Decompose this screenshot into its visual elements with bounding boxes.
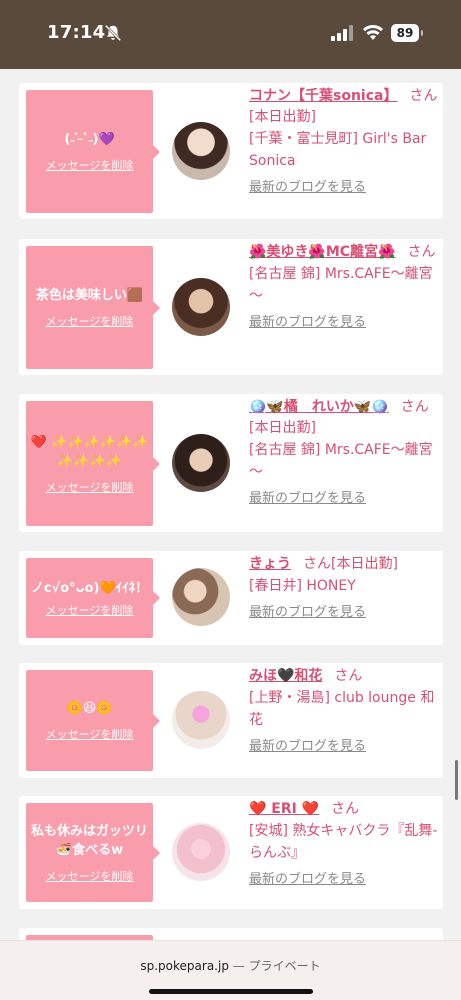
avatar[interactable]: [172, 568, 230, 626]
blog-link[interactable]: 最新のブログを見る: [249, 870, 439, 890]
message-card: ノc√o°ᴗo)🧡ｲｲﾈ！ メッセージを削除 きょう さん[本日出勤] [春日井]…: [19, 551, 443, 645]
blog-link[interactable]: 最新のブログを見る: [249, 178, 439, 198]
avatar[interactable]: [172, 691, 230, 749]
blog-link[interactable]: 最新のブログを見る: [249, 603, 439, 623]
browser-bottom-bar: sp.pokepara.jp — プライベート: [0, 940, 461, 1000]
scroll-indicator[interactable]: [455, 760, 458, 800]
avatar[interactable]: [172, 823, 230, 881]
message-card: ❤️ ✨✨✨✨✨✨ ✨✨✨✨ メッセージを削除 🪩🦋橘 れいか🦋🪩 さん[本日出勤…: [19, 394, 443, 532]
message-feed[interactable]: (˶ ̇ ̵ ̇˶)💜 メッセージを削除 コナン【千葉sonica】 さん[本日出…: [0, 69, 461, 940]
message-card: (˶ ̇ ̵ ̇˶)💜 メッセージを削除 コナン【千葉sonica】 さん[本日出…: [19, 83, 443, 219]
message-card: 茶色は美味しい🟫 メッセージを削除 🌺美ゆき🌺MC離宮🌺 さん [名古屋 錦] M…: [19, 239, 443, 375]
message-text: 私も休みはガッツリ🍜食べるw: [30, 823, 148, 858]
message-bubble: ノc√o°ᴗo)🧡ｲｲﾈ！ メッセージを削除: [26, 558, 160, 638]
cast-info: 🌺美ゆき🌺MC離宮🌺 さん [名古屋 錦] Mrs.CAFE～離宮～ 最新のブログ…: [249, 242, 439, 333]
cast-name-link[interactable]: みほ🖤和花: [249, 668, 322, 684]
blog-link[interactable]: 最新のブログを見る: [249, 737, 439, 757]
delete-message-link[interactable]: メッセージを削除: [46, 313, 134, 329]
cast-name-link[interactable]: 🪩🦋橘 れいか🦋🪩: [249, 399, 389, 415]
status-time: 17:14: [47, 22, 106, 43]
cast-info: コナン【千葉sonica】 さん[本日出勤] [千葉・富士見町] Girl's B…: [249, 86, 439, 198]
delete-message-link[interactable]: メッセージを削除: [46, 479, 134, 495]
message-bubble: (˶ ̇ ̵ ̇˶)💜 メッセージを削除: [26, 90, 160, 213]
delete-message-link[interactable]: メッセージを削除: [46, 868, 134, 884]
message-text: ノc√o°ᴗo)🧡ｲｲﾈ！: [30, 580, 149, 596]
cast-suffix: さん[本日出勤]: [303, 556, 398, 572]
delete-message-link[interactable]: メッセージを削除: [46, 602, 134, 618]
message-bubble: 茶色は美味しい🟫 メッセージを削除: [26, 246, 160, 369]
wifi-icon: [363, 25, 383, 40]
message-card: 私も休みはガッツリ🍜食べるw メッセージを削除 ❤️ ERI ❤️ さん [安城]…: [19, 796, 443, 909]
url-text: sp.pokepara.jp: [140, 959, 229, 973]
cast-name-link[interactable]: きょう: [249, 556, 291, 572]
avatar[interactable]: [172, 122, 230, 180]
silent-bell-icon: [104, 24, 122, 42]
message-text: 茶色は美味しい🟫: [35, 288, 144, 303]
blog-link[interactable]: 最新のブログを見る: [249, 313, 439, 333]
cast-name-link[interactable]: 🌺美ゆき🌺MC離宮🌺: [249, 244, 396, 260]
home-indicator[interactable]: [149, 989, 313, 994]
cast-info: きょう さん[本日出勤] [春日井] HONEY 最新のブログを見る: [249, 554, 439, 623]
cast-info: ❤️ ERI ❤️ さん [安城] 熟女キャバクラ『乱舞-らんぶ』 最新のブログを…: [249, 799, 439, 890]
message-bubble: 私も休みはガッツリ🍜食べるw メッセージを削除: [26, 803, 160, 902]
delete-message-link[interactable]: メッセージを削除: [46, 157, 134, 173]
shop-info: [上野・湯島] club lounge 和花: [249, 690, 435, 728]
battery-indicator: 89: [391, 24, 423, 42]
message-text: (˶ ̇ ̵ ̇˶)💜: [64, 132, 115, 147]
address-bar[interactable]: sp.pokepara.jp — プライベート: [0, 957, 461, 974]
message-bubble: ❤️ ✨✨✨✨✨✨ ✨✨✨✨ メッセージを削除: [26, 401, 160, 526]
cast-suffix: さん: [407, 244, 436, 260]
cast-info: みほ🖤和花 さん [上野・湯島] club lounge 和花 最新のブログを見る: [249, 666, 439, 757]
cast-suffix: さん: [334, 668, 363, 684]
shop-info: [名古屋 錦] Mrs.CAFE～離宮～: [249, 442, 433, 480]
shop-info: [春日井] HONEY: [249, 578, 356, 594]
blog-link[interactable]: 最新のブログを見る: [249, 489, 439, 509]
private-mode-label: — プライベート: [232, 959, 321, 973]
cast-name-link[interactable]: コナン【千葉sonica】: [249, 88, 397, 104]
cellular-signal-icon: [331, 25, 353, 41]
message-text: 🌼😆🌼: [66, 701, 113, 716]
delete-message-link[interactable]: メッセージを削除: [46, 726, 134, 742]
cast-suffix: さん: [331, 801, 360, 817]
message-card: 🌼😆🌼 メッセージを削除 みほ🖤和花 さん [上野・湯島] club lounge…: [19, 663, 443, 778]
cast-name-link[interactable]: ❤️ ERI ❤️: [249, 801, 319, 817]
message-text: ❤️ ✨✨✨✨✨✨ ✨✨✨✨: [30, 434, 149, 469]
avatar[interactable]: [172, 278, 230, 336]
shop-info: [千葉・富士見町] Girl's Bar Sonica: [249, 131, 427, 169]
message-bubble: 🌼😆🌼 メッセージを削除: [26, 670, 160, 771]
shop-info: [名古屋 錦] Mrs.CAFE～離宮～: [249, 266, 433, 304]
shop-info: [安城] 熟女キャバクラ『乱舞-らんぶ』: [249, 823, 438, 861]
cast-info: 🪩🦋橘 れいか🦋🪩 さん[本日出勤] [名古屋 錦] Mrs.CAFE～離宮～ 最…: [249, 397, 439, 509]
message-card-partial: [19, 928, 443, 940]
status-bar: 17:14 89: [0, 0, 461, 69]
avatar[interactable]: [172, 434, 230, 492]
